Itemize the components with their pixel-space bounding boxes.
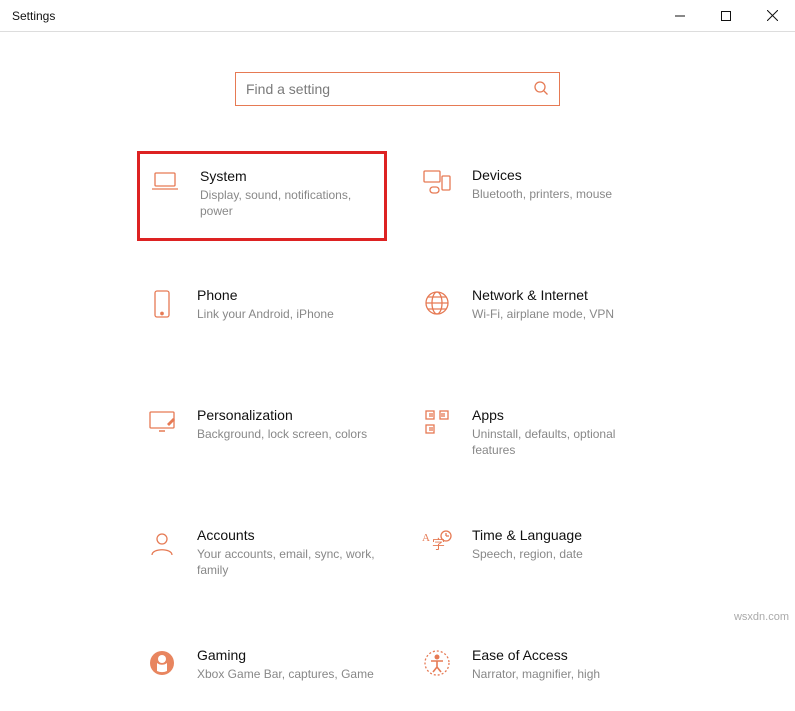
apps-icon	[420, 407, 454, 465]
svg-text:A: A	[422, 532, 430, 544]
accounts-icon	[145, 527, 179, 585]
card-title: Phone	[197, 287, 379, 303]
card-apps[interactable]: Apps Uninstall, defaults, optional featu…	[412, 401, 662, 471]
card-desc: Speech, region, date	[472, 546, 654, 562]
card-personalization[interactable]: Personalization Background, lock screen,…	[137, 401, 387, 471]
globe-icon	[420, 287, 454, 345]
card-title: System	[200, 168, 376, 184]
card-network[interactable]: Network & Internet Wi-Fi, airplane mode,…	[412, 281, 662, 351]
card-time-language[interactable]: A字 Time & Language Speech, region, date	[412, 521, 662, 591]
card-title: Gaming	[197, 647, 379, 663]
maximize-icon	[721, 11, 731, 21]
card-desc: Bluetooth, printers, mouse	[472, 186, 654, 202]
search-box[interactable]	[235, 72, 560, 106]
window-title: Settings	[12, 9, 55, 23]
settings-home: System Display, sound, notifications, po…	[0, 32, 795, 711]
card-phone[interactable]: Phone Link your Android, iPhone	[137, 281, 387, 351]
card-title: Time & Language	[472, 527, 654, 543]
minimize-icon	[675, 11, 685, 21]
gaming-icon	[145, 647, 179, 705]
laptop-icon	[148, 168, 182, 224]
maximize-button[interactable]	[703, 0, 749, 31]
phone-icon	[145, 287, 179, 345]
card-system[interactable]: System Display, sound, notifications, po…	[137, 151, 387, 241]
card-desc: Link your Android, iPhone	[197, 306, 379, 322]
card-desc: Narrator, magnifier, high	[472, 666, 654, 682]
close-button[interactable]	[749, 0, 795, 31]
card-desc: Uninstall, defaults, optional features	[472, 426, 654, 458]
card-desc: Xbox Game Bar, captures, Game	[197, 666, 379, 682]
card-title: Accounts	[197, 527, 379, 543]
card-gaming[interactable]: Gaming Xbox Game Bar, captures, Game	[137, 641, 387, 711]
minimize-button[interactable]	[657, 0, 703, 31]
card-ease-of-access[interactable]: Ease of Access Narrator, magnifier, high	[412, 641, 662, 711]
card-desc: Display, sound, notifications, power	[200, 187, 376, 219]
ease-of-access-icon	[420, 647, 454, 705]
watermark: wsxdn.com	[734, 611, 789, 623]
devices-icon	[420, 167, 454, 225]
card-accounts[interactable]: Accounts Your accounts, email, sync, wor…	[137, 521, 387, 591]
personalization-icon	[145, 407, 179, 465]
card-desc: Your accounts, email, sync, work, family	[197, 546, 379, 578]
card-title: Network & Internet	[472, 287, 654, 303]
card-desc: Wi-Fi, airplane mode, VPN	[472, 306, 654, 322]
search-input[interactable]	[246, 81, 533, 97]
card-desc: Background, lock screen, colors	[197, 426, 379, 442]
time-language-icon: A字	[420, 527, 454, 585]
card-title: Devices	[472, 167, 654, 183]
card-title: Personalization	[197, 407, 379, 423]
window-controls	[657, 0, 795, 31]
card-title: Apps	[472, 407, 654, 423]
search-icon	[533, 80, 549, 99]
close-icon	[767, 10, 778, 21]
card-title: Ease of Access	[472, 647, 654, 663]
titlebar: Settings	[0, 0, 795, 32]
settings-grid: System Display, sound, notifications, po…	[0, 161, 795, 711]
card-devices[interactable]: Devices Bluetooth, printers, mouse	[412, 161, 662, 231]
